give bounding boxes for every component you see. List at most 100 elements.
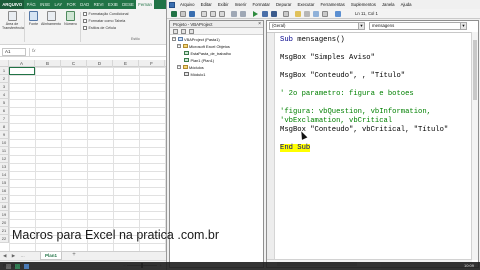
view-object-icon[interactable]: [181, 29, 186, 34]
row-header[interactable]: 5: [0, 99, 9, 107]
object-dropdown[interactable]: (Geral) ▼: [269, 22, 365, 30]
vbe-menu-item[interactable]: Formatar: [250, 0, 273, 9]
row-header[interactable]: 2: [0, 75, 9, 83]
active-cell[interactable]: [9, 67, 35, 75]
row-header[interactable]: 11: [0, 147, 9, 155]
excel-tab-7[interactable]: EXIB: [106, 0, 120, 9]
excel-taskbar-icon[interactable]: [15, 263, 20, 269]
column-header[interactable]: F: [139, 60, 165, 67]
column-header[interactable]: D: [87, 60, 113, 67]
save-icon[interactable]: [189, 11, 195, 17]
row-header[interactable]: 9: [0, 131, 9, 139]
excel-tab-0[interactable]: ARQUIVO: [0, 0, 25, 9]
row-header[interactable]: 7: [0, 115, 9, 123]
excel-tab-6[interactable]: REVI: [91, 0, 105, 9]
column-header[interactable]: E: [113, 60, 139, 67]
row-header[interactable]: 10: [0, 139, 9, 147]
code-margin[interactable]: [267, 33, 275, 261]
code-editor[interactable]: Sub mensagens() MsgBox "Simples Aviso" Msg…: [267, 32, 472, 261]
excel-tab-9[interactable]: Fernan: [136, 0, 155, 9]
redo-icon[interactable]: [240, 11, 246, 17]
collapse-icon[interactable]: −: [172, 37, 176, 41]
chevron-down-icon[interactable]: ▼: [460, 23, 466, 29]
insert-module-icon[interactable]: [180, 11, 186, 17]
row-header[interactable]: 14: [0, 171, 9, 179]
row-header[interactable]: 6: [0, 107, 9, 115]
format-as-table-button[interactable]: Formatar como Tabela: [83, 19, 125, 23]
pause-icon[interactable]: [262, 11, 268, 17]
column-header[interactable]: A: [9, 60, 35, 67]
row-header[interactable]: 18: [0, 203, 9, 211]
excel-tab-3[interactable]: LAY: [52, 0, 64, 9]
conditional-format-button[interactable]: Formatação Condicional: [83, 12, 128, 16]
excel-tab-8[interactable]: DESE: [120, 0, 136, 9]
sheet-nav-arrows[interactable]: ◀ ▶ …: [3, 253, 27, 259]
row-header[interactable]: 1: [0, 67, 9, 75]
code-line[interactable]: 'figura: vbQuestion, vbInformation,: [280, 108, 431, 117]
row-header[interactable]: 12: [0, 155, 9, 163]
row-header[interactable]: 17: [0, 195, 9, 203]
tree-node[interactable]: EstaPasta_de_trabalho: [184, 50, 231, 56]
help-icon[interactable]: [335, 11, 341, 17]
scrollbar-thumb[interactable]: [473, 40, 477, 100]
name-box[interactable]: A1: [2, 48, 26, 56]
design-mode-icon[interactable]: [283, 11, 289, 17]
row-header[interactable]: 19: [0, 211, 9, 219]
vbe-menu-item[interactable]: Editar: [198, 0, 215, 9]
vbe-menu-item[interactable]: Suplementos: [348, 0, 379, 9]
row-header[interactable]: 15: [0, 179, 9, 187]
toggle-folders-icon[interactable]: [189, 29, 194, 34]
row-header[interactable]: 20: [0, 219, 9, 227]
vbe-taskbar-icon[interactable]: [24, 263, 29, 269]
cell-area[interactable]: [9, 67, 166, 251]
vbe-menu-item[interactable]: Ferramentas: [317, 0, 347, 9]
procedure-dropdown[interactable]: mensagens ▼: [369, 22, 467, 30]
paste-icon[interactable]: [219, 11, 225, 17]
undo-icon[interactable]: [231, 11, 237, 17]
row-header[interactable]: 8: [0, 123, 9, 131]
run-icon[interactable]: [253, 11, 258, 17]
tree-node[interactable]: − VBAProject (Pasta1): [172, 36, 220, 42]
close-icon[interactable]: ×: [258, 21, 261, 28]
vbe-menu-item[interactable]: Executar: [294, 0, 317, 9]
code-line[interactable]: MsgBox "Simples Aviso": [280, 54, 375, 63]
sheet-tab-plan1[interactable]: Plan1: [40, 252, 63, 260]
tree-node[interactable]: − Microsoft Excel Objetos: [177, 43, 230, 49]
code-line[interactable]: Sub mensagens(): [280, 36, 345, 45]
collapse-icon[interactable]: −: [177, 44, 181, 48]
view-code-icon[interactable]: [173, 29, 178, 34]
vbe-menu-item[interactable]: Ajuda: [398, 0, 415, 9]
excel-tab-2[interactable]: INSE: [38, 0, 52, 9]
vbe-menu-item[interactable]: Depurar: [273, 0, 295, 9]
start-icon[interactable]: [6, 263, 11, 269]
row-header[interactable]: 21: [0, 227, 9, 235]
row-header[interactable]: 3: [0, 83, 9, 91]
column-header[interactable]: B: [35, 60, 61, 67]
vbe-menu-item[interactable]: Inserir: [232, 0, 250, 9]
excel-tab-1[interactable]: PÁG: [24, 0, 37, 9]
column-header[interactable]: C: [61, 60, 87, 67]
tree-node[interactable]: − Módulos: [177, 64, 204, 70]
cut-icon[interactable]: [201, 11, 207, 17]
code-line[interactable]: ' 2o parametro: figura e botoes: [280, 90, 414, 99]
row-header[interactable]: 22: [0, 235, 9, 243]
stop-icon[interactable]: [271, 11, 277, 17]
excel-tab-5[interactable]: DAD: [78, 0, 91, 9]
code-line[interactable]: End Sub: [280, 144, 311, 153]
collapse-icon[interactable]: −: [177, 65, 181, 69]
vertical-scrollbar[interactable]: [471, 32, 478, 260]
copy-icon[interactable]: [210, 11, 216, 17]
add-sheet-button[interactable]: +: [70, 252, 78, 260]
toolbox-icon[interactable]: [322, 11, 328, 17]
code-line[interactable]: MsgBox "Conteudo", , "Título": [280, 72, 405, 81]
code-line[interactable]: 'vbExclamation, vbCritical: [280, 117, 392, 126]
project-explorer-icon[interactable]: [295, 11, 301, 17]
clipboard-button[interactable]: Área de Transferência: [2, 11, 24, 30]
alignment-button[interactable]: Alinhamento: [41, 11, 61, 26]
object-browser-icon[interactable]: [313, 11, 319, 17]
properties-icon[interactable]: [304, 11, 310, 17]
tree-node[interactable]: Plan1 (Plan1): [184, 57, 214, 63]
select-all-corner[interactable]: [0, 60, 9, 67]
chevron-down-icon[interactable]: ▼: [358, 23, 364, 29]
row-header[interactable]: 4: [0, 91, 9, 99]
